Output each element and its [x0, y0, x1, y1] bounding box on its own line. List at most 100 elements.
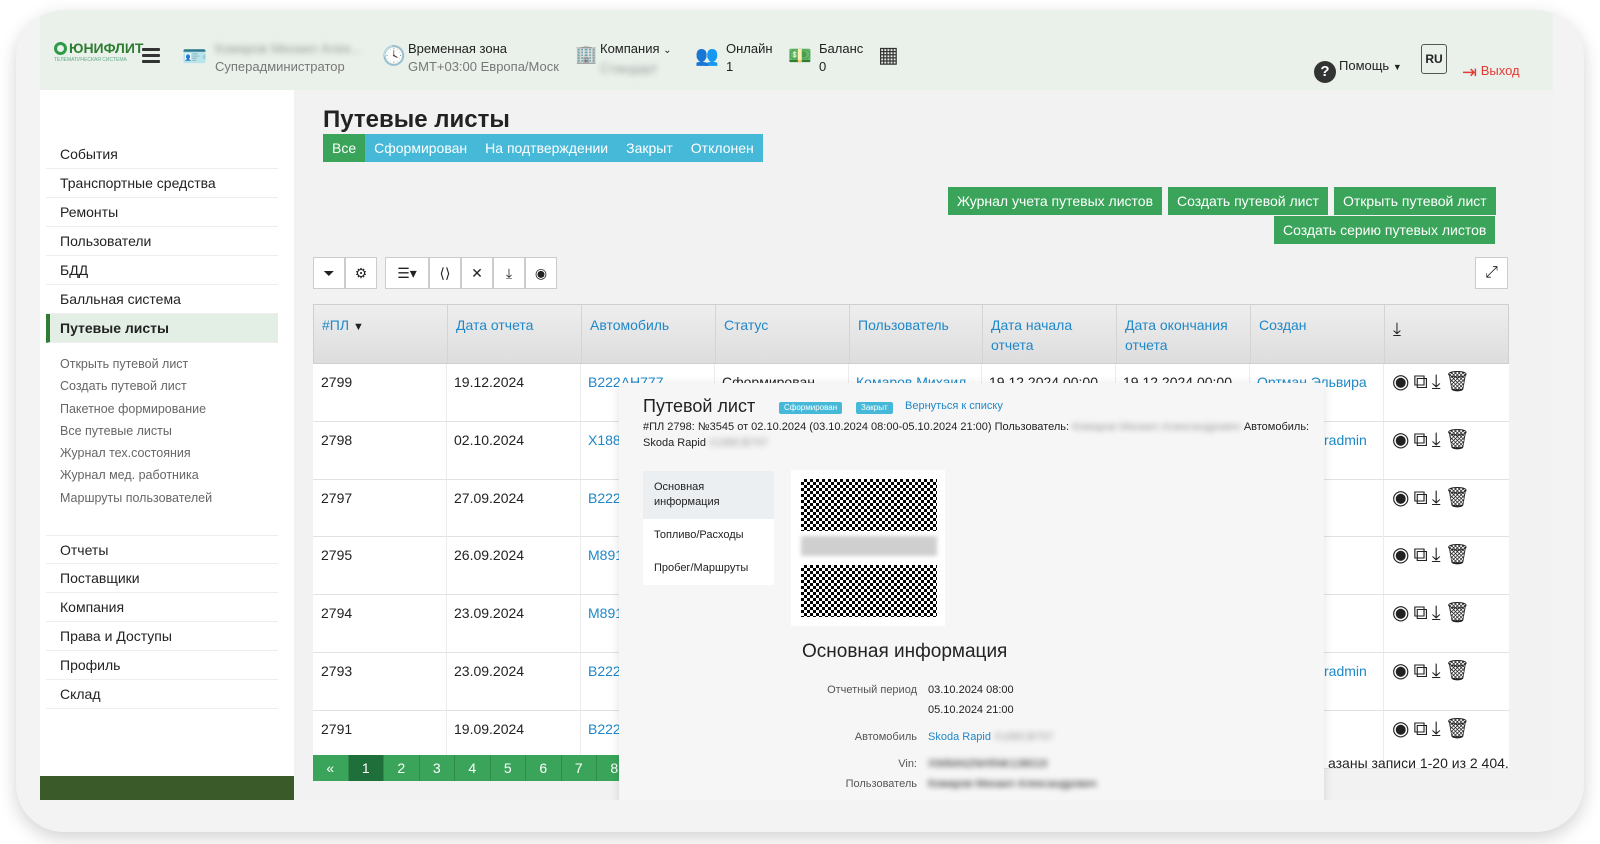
- trash-icon[interactable]: 🗑: [1445, 544, 1474, 566]
- download-icon[interactable]: ⤓: [1432, 660, 1445, 682]
- page-3[interactable]: 3: [419, 755, 455, 781]
- subnav-med-journal[interactable]: Журнал мед. работника: [60, 468, 212, 490]
- columns-icon[interactable]: ☰▾: [385, 257, 429, 289]
- copy-icon[interactable]: ⧉: [1413, 660, 1431, 682]
- sidebar-item-permissions[interactable]: Права и Доступы: [46, 622, 278, 651]
- journal-button[interactable]: Журнал учета путевых листов: [948, 187, 1162, 215]
- page-6[interactable]: 6: [526, 755, 562, 781]
- view-icon[interactable]: ◉: [1392, 487, 1413, 509]
- tab-pending[interactable]: На подтверждении: [476, 134, 618, 162]
- app-logo[interactable]: ЮНИФЛИТ ТЕЛЕМАТИЧЕСКАЯ СИСТЕМА: [54, 40, 143, 63]
- download-icon[interactable]: ⤓: [1432, 371, 1445, 393]
- page-1[interactable]: 1: [348, 755, 384, 781]
- sidebar-item-waybills[interactable]: Путевые листы: [46, 314, 278, 343]
- download-icon[interactable]: ⤓: [1432, 602, 1445, 624]
- download-icon[interactable]: ⤓: [1432, 718, 1445, 740]
- page-4[interactable]: 4: [455, 755, 491, 781]
- sidebar-item-safety[interactable]: БДД: [46, 256, 278, 285]
- copy-icon[interactable]: ⧉: [1413, 429, 1431, 451]
- download-icon[interactable]: ⤓: [493, 257, 525, 289]
- sidebar-item-users[interactable]: Пользователи: [46, 227, 278, 256]
- copy-icon[interactable]: ⧉: [1413, 487, 1431, 509]
- tab-formed[interactable]: Сформирован: [365, 134, 477, 162]
- timezone-info[interactable]: Временная зона GMT+03:00 Европа/Моск: [408, 40, 559, 76]
- view-icon[interactable]: ◉: [1392, 371, 1413, 393]
- popup-tab-fuel[interactable]: Топливо/Расходы: [643, 519, 774, 552]
- sidebar-item-company[interactable]: Компания: [46, 593, 278, 622]
- view-icon[interactable]: ◉: [1392, 602, 1413, 624]
- trash-icon[interactable]: 🗑: [1445, 487, 1474, 509]
- download-icon[interactable]: ⤓: [1432, 544, 1445, 566]
- subnav-tech-journal[interactable]: Журнал тех.состояния: [60, 446, 212, 468]
- user-info[interactable]: Комаров Михаил Алек... Суперадминистрато…: [215, 40, 361, 76]
- qr-code-icon[interactable]: ▦: [878, 42, 899, 68]
- cell-vehicle-link[interactable]: В222: [588, 490, 621, 506]
- tab-rejected[interactable]: Отклонен: [681, 134, 763, 162]
- copy-icon[interactable]: ⧉: [1413, 371, 1431, 393]
- export-excel-icon[interactable]: ✕: [461, 257, 493, 289]
- menu-icon[interactable]: [142, 48, 160, 63]
- page-prev[interactable]: «: [313, 755, 349, 781]
- logout-button[interactable]: ⇥ Выход: [1462, 62, 1520, 83]
- download-icon[interactable]: ⤓: [1432, 487, 1445, 509]
- subnav-open-waybill[interactable]: Открыть путевой лист: [60, 357, 212, 379]
- sidebar-item-repairs[interactable]: Ремонты: [46, 198, 278, 227]
- download-all-icon[interactable]: ⤓: [1384, 305, 1510, 363]
- gear-icon[interactable]: ⚙: [345, 257, 377, 289]
- col-report-date[interactable]: Дата отчета: [447, 305, 581, 363]
- copy-icon[interactable]: ⧉: [1413, 602, 1431, 624]
- popup-tab-mileage[interactable]: Пробег/Маршруты: [643, 552, 774, 585]
- subnav-user-routes[interactable]: Маршруты пользователей: [60, 491, 212, 513]
- popup-tab-main[interactable]: Основная информация: [643, 471, 774, 519]
- view-icon[interactable]: ◉: [1392, 660, 1413, 682]
- subnav-all-waybills[interactable]: Все путевые листы: [60, 424, 212, 446]
- col-id[interactable]: #ПЛ ▼: [314, 305, 447, 363]
- download-icon[interactable]: ⤓: [1432, 429, 1445, 451]
- col-vehicle[interactable]: Автомобиль: [581, 305, 715, 363]
- view-icon[interactable]: ◉: [1392, 429, 1413, 451]
- subnav-create-waybill[interactable]: Создать путевой лист: [60, 379, 212, 401]
- sidebar-item-events[interactable]: События: [46, 140, 278, 169]
- subnav-batch[interactable]: Пакетное формирование: [60, 402, 212, 424]
- trash-icon[interactable]: 🗑: [1445, 660, 1474, 682]
- sidebar-item-profile[interactable]: Профиль: [46, 651, 278, 680]
- vehicle-value[interactable]: Skoda Rapid Х188СВ797: [928, 731, 1053, 743]
- cell-vehicle-link[interactable]: Х188: [588, 432, 621, 448]
- page-5[interactable]: 5: [490, 755, 526, 781]
- filter-icon[interactable]: ⏷: [313, 257, 345, 289]
- company-selector[interactable]: Компания ⌄ Стандарт: [600, 40, 672, 78]
- page-7[interactable]: 7: [561, 755, 597, 781]
- cell-vehicle-link[interactable]: М891: [588, 547, 623, 563]
- view-icon[interactable]: ◉: [1392, 718, 1413, 740]
- tab-all[interactable]: Все: [323, 134, 366, 162]
- page-2[interactable]: 2: [384, 755, 420, 781]
- trash-icon[interactable]: 🗑: [1445, 429, 1474, 451]
- trash-icon[interactable]: 🗑: [1445, 371, 1474, 393]
- sidebar-item-vehicles[interactable]: Транспортные средства: [46, 169, 278, 198]
- expand-icon[interactable]: ⤢: [1475, 257, 1508, 289]
- col-created[interactable]: Создан: [1250, 305, 1384, 363]
- trash-icon[interactable]: 🗑: [1445, 602, 1474, 624]
- export-code-icon[interactable]: ⟨⟩: [429, 257, 461, 289]
- create-waybill-button[interactable]: Создать путевой лист: [1168, 187, 1328, 215]
- language-switch[interactable]: RU: [1421, 44, 1447, 74]
- sidebar-item-scoring[interactable]: Балльная система: [46, 285, 278, 314]
- cell-vehicle-link[interactable]: В222: [588, 721, 621, 737]
- col-status[interactable]: Статус: [715, 305, 849, 363]
- cell-created-link[interactable]: radmin: [1324, 432, 1367, 448]
- copy-icon[interactable]: ⧉: [1413, 718, 1431, 740]
- cell-vehicle-link[interactable]: В222: [588, 663, 621, 679]
- open-waybill-button[interactable]: Открыть путевой лист: [1334, 187, 1496, 215]
- help-menu[interactable]: ? Помощь ▼: [1314, 58, 1402, 83]
- col-end-date[interactable]: Дата окончания отчета: [1116, 305, 1250, 363]
- tab-closed[interactable]: Закрыт: [617, 134, 682, 162]
- trash-icon[interactable]: 🗑: [1445, 718, 1474, 740]
- copy-icon[interactable]: ⧉: [1413, 544, 1431, 566]
- cell-created-link[interactable]: radmin: [1324, 663, 1367, 679]
- sidebar-item-reports[interactable]: Отчеты: [46, 535, 278, 564]
- col-start-date[interactable]: Дата начала отчета: [982, 305, 1116, 363]
- eye-icon[interactable]: ◉: [525, 257, 557, 289]
- back-to-list-link[interactable]: Вернуться к списку: [905, 400, 1003, 412]
- sidebar-item-warehouse[interactable]: Склад: [46, 680, 278, 709]
- sidebar-item-suppliers[interactable]: Поставщики: [46, 564, 278, 593]
